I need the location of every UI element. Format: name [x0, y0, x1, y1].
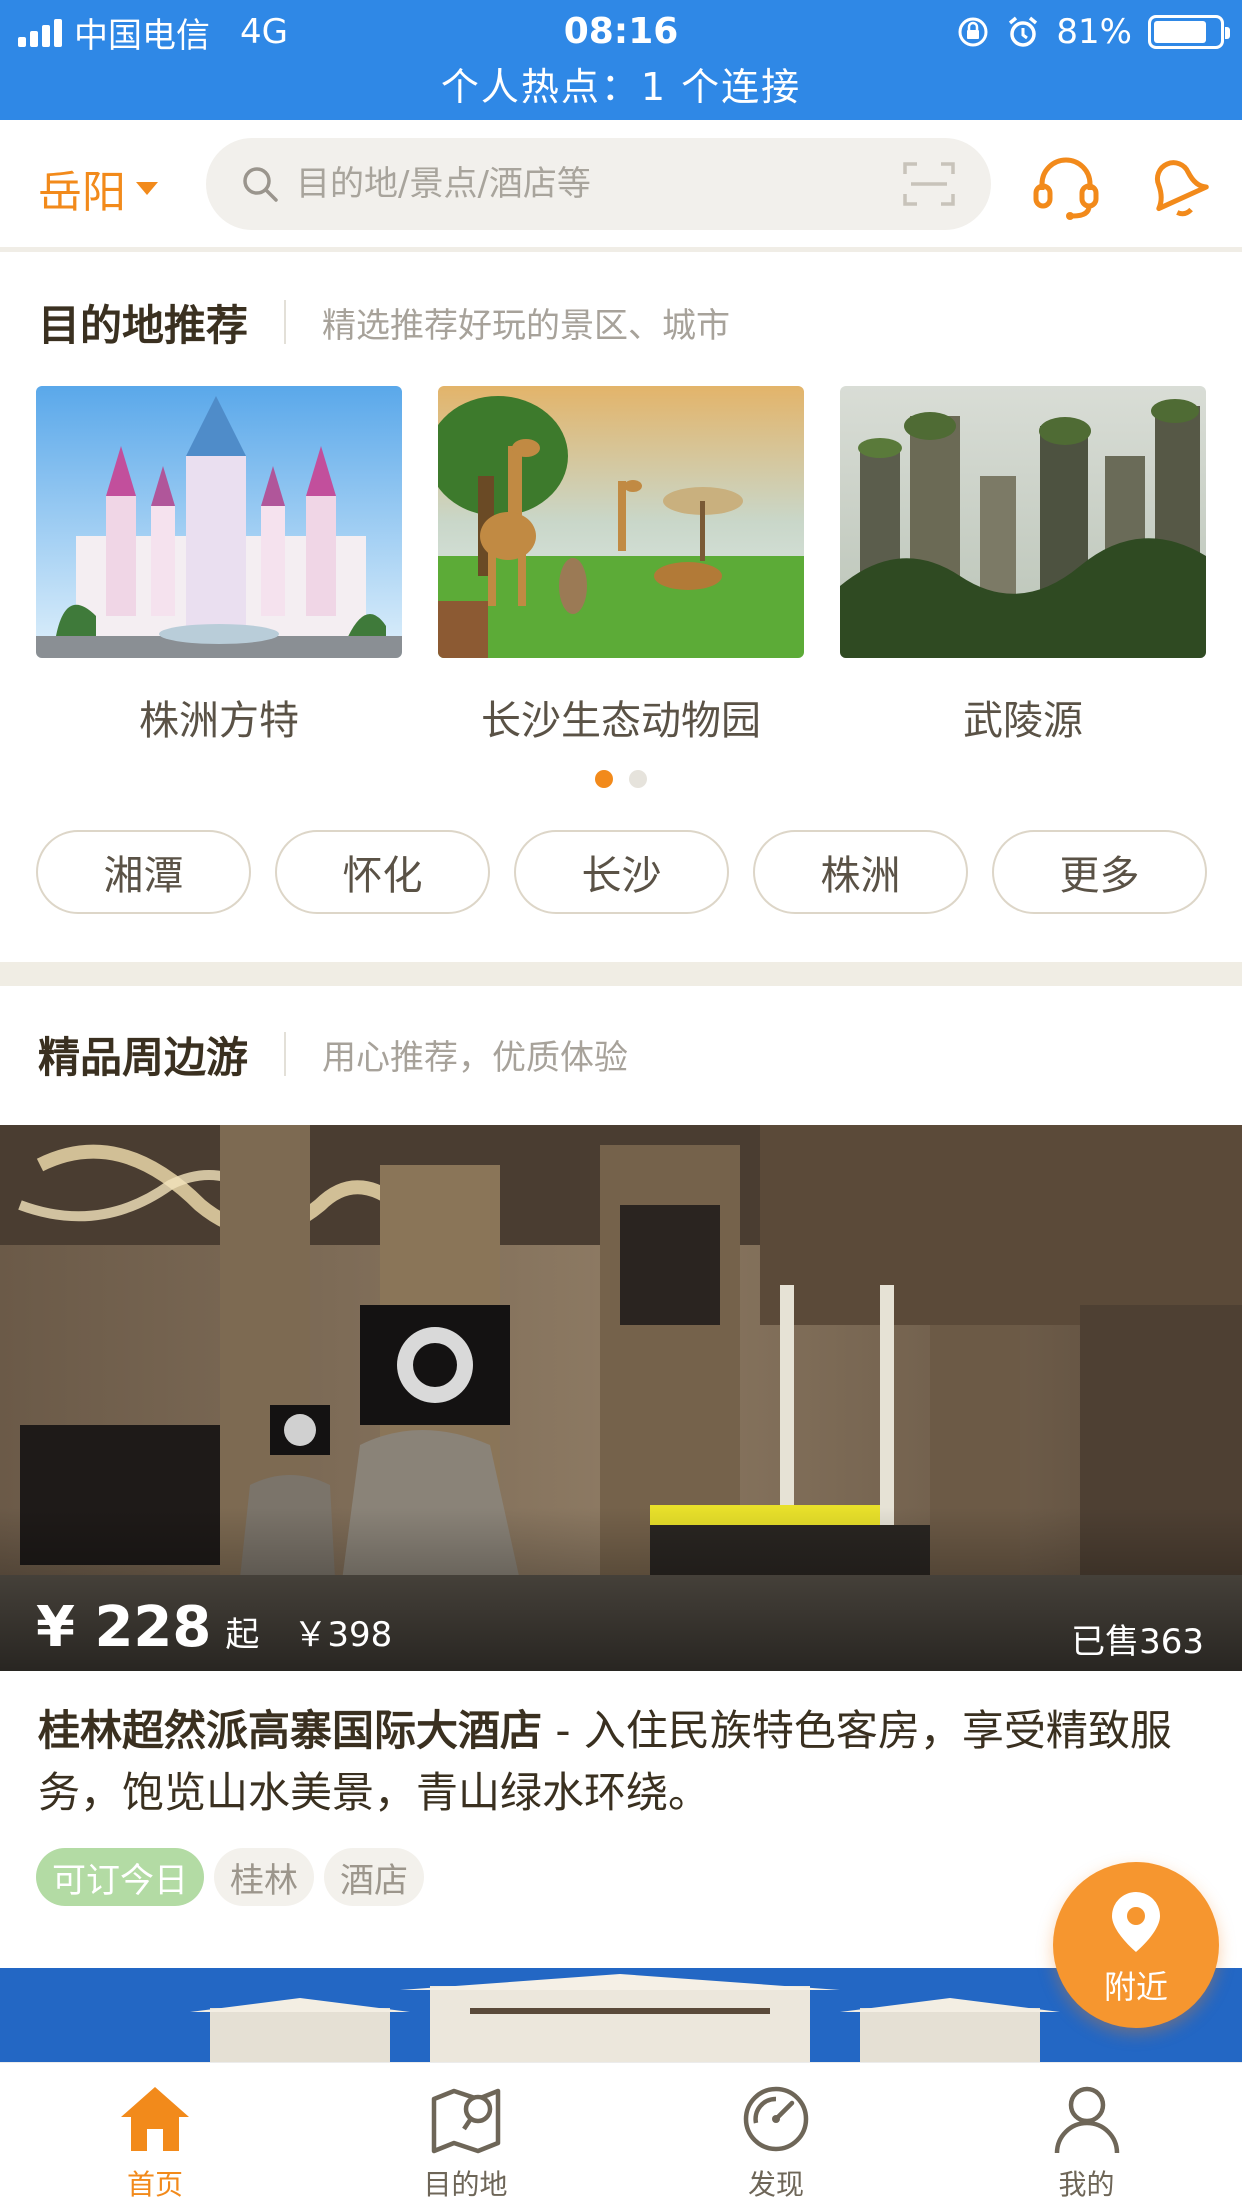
tab-profile[interactable]: 我的: [932, 2063, 1242, 2208]
price-suffix: 起: [225, 1615, 260, 1655]
divider: [284, 1032, 287, 1076]
section-title: 精品周边游: [38, 1032, 249, 1082]
status-bar: 中国电信 4G 08:16 81% 个人热点：1 个连接: [0, 0, 1242, 120]
section-subtitle: 精选推荐好玩的景区、城市: [322, 305, 731, 346]
tab-discover[interactable]: 发现: [621, 2063, 932, 2208]
product-tags: 可订今日 桂林 酒店: [36, 1848, 424, 1906]
compass-icon: [743, 2086, 809, 2152]
city-chip-xiangtan[interactable]: 湘潭: [36, 830, 251, 914]
location-pin-icon: [1112, 1892, 1160, 1952]
search-icon: [243, 167, 278, 202]
destination-card[interactable]: 长沙生态动物园: [438, 386, 804, 746]
destination-name: 长沙生态动物园: [481, 698, 761, 744]
battery-icon: [1148, 15, 1230, 49]
city-selector[interactable]: 岳阳: [38, 156, 158, 220]
category-tag: 酒店: [324, 1848, 424, 1906]
tab-label: 我的: [1058, 2168, 1115, 2201]
sold-count: 已售363: [1071, 1622, 1204, 1662]
rotation-lock-icon: [958, 17, 988, 47]
price: ¥ 228: [36, 1595, 212, 1660]
top-header: 岳阳: [0, 120, 1242, 252]
city-chips: 湘潭 怀化 长沙 株洲 更多: [36, 830, 1207, 914]
customer-service-icon[interactable]: [1030, 150, 1102, 222]
product-image-hotel-lobby[interactable]: [0, 1125, 1242, 1671]
destination-name: 武陵源: [963, 698, 1083, 744]
home-icon: [121, 2087, 189, 2151]
tab-home[interactable]: 首页: [0, 2063, 311, 2208]
product-name: 桂林超然派高寨国际大酒店: [38, 1706, 543, 1755]
notification-bell-icon[interactable]: [1138, 150, 1210, 222]
tab-label: 首页: [126, 2168, 183, 2201]
battery-percent: 81%: [1056, 12, 1132, 52]
city-chip-huaihua[interactable]: 怀化: [275, 830, 490, 914]
profile-icon: [1054, 2086, 1119, 2154]
price-row: ¥ 228 起 ￥398: [36, 1595, 392, 1660]
pagination-dot[interactable]: [629, 770, 647, 788]
map-icon: [431, 2088, 500, 2154]
original-price: ￥398: [293, 1615, 393, 1655]
search-input[interactable]: [296, 164, 856, 204]
pagination-dot-active[interactable]: [595, 770, 613, 788]
product-title[interactable]: 桂林超然派高寨国际大酒店 - 入住民族特色客房，享受精致服务，饱览山水美景，青山…: [38, 1700, 1208, 1824]
more-cities-chip[interactable]: 更多: [992, 830, 1207, 914]
city-chip-changsha[interactable]: 长沙: [514, 830, 729, 914]
divider: [284, 300, 287, 344]
tab-label: 目的地: [423, 2168, 508, 2201]
destinations-header: 目的地推荐 精选推荐好玩的景区、城市: [38, 292, 730, 352]
destination-card[interactable]: 武陵源: [840, 386, 1206, 746]
tours-header: 精品周边游 用心推荐，优质体验: [38, 1024, 628, 1084]
section-separator: [0, 962, 1242, 986]
section-subtitle: 用心推荐，优质体验: [322, 1037, 629, 1078]
carousel-pagination: [0, 770, 1242, 788]
caret-down-icon: [136, 181, 158, 195]
destination-name: 株洲方特: [139, 698, 299, 744]
location-tag: 桂林: [214, 1848, 314, 1906]
scan-icon[interactable]: [903, 160, 955, 208]
nearby-button[interactable]: 附近: [1053, 1862, 1219, 2028]
destination-card[interactable]: 株洲方特: [36, 386, 402, 746]
search-bar[interactable]: [206, 138, 991, 230]
destination-image-castle: [36, 386, 402, 658]
tab-destinations[interactable]: 目的地: [311, 2063, 622, 2208]
destination-image-mountains: [840, 386, 1206, 658]
hotspot-banner[interactable]: 个人热点：1 个连接: [0, 62, 1242, 112]
bookable-today-tag: 可订今日: [36, 1848, 204, 1906]
tab-label: 发现: [747, 2168, 804, 2201]
city-label: 岳阳: [38, 167, 126, 218]
alarm-icon: [1009, 16, 1038, 47]
destination-image-zoo: [438, 386, 804, 658]
bottom-tab-bar: 首页 目的地 发现 我的: [0, 2062, 1242, 2208]
city-chip-zhuzhou[interactable]: 株洲: [753, 830, 968, 914]
nearby-label: 附近: [1103, 1968, 1168, 2006]
section-title: 目的地推荐: [38, 300, 249, 350]
